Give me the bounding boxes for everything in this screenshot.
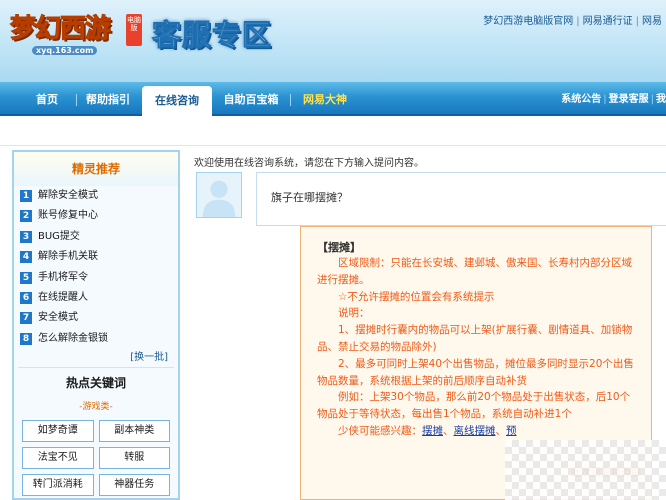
game-logo[interactable]: 梦幻西游 电脑版 xyq.163.com <box>9 6 148 62</box>
nav-system-notice[interactable]: 系统公告 <box>561 94 601 105</box>
reply-region: 区域限制：只能在长安城、建邺城、傲来国、长寿村内部分区域进行摆摊。 <box>317 257 632 286</box>
sidebar: 精灵推荐 1 解除安全模式 2 账号修复中心 3 BUG提交 4 解除手机关联 5 手机将… <box>12 150 180 500</box>
item-number-badge: 5 <box>20 271 32 284</box>
hot-keyword-button[interactable]: 神器任务 <box>98 474 170 497</box>
site-header: 梦幻西游 电脑版 xyq.163.com 客服专区 梦幻西游电脑版官网 | 网易通行… <box>0 0 666 82</box>
nav-login-service[interactable]: 登录客服 <box>609 94 649 105</box>
recommend-item[interactable]: 1 解除安全模式 <box>20 186 172 206</box>
recommend-item-label: 怎么解除金银锁 <box>38 332 108 344</box>
nav-my[interactable]: 我 <box>656 94 666 105</box>
user-question-text: 旗子在哪摆摊？ <box>271 191 348 204</box>
item-number-badge: 6 <box>20 291 32 304</box>
reply-rule-2: 2、最多可同时上架40个出售物品，摊位最多同时显示20个出售物品数量，系统根据上… <box>317 357 634 387</box>
reply-example: 例如：上架30个物品，那么前20个物品处于出售状态，后10个物品处于等待状态，每… <box>317 391 631 421</box>
recommend-item-label: 在线提醒人 <box>38 291 88 303</box>
nav-divider <box>290 94 291 106</box>
welcome-message: 欢迎使用在线咨询系统，请您在下方输入提问内容。 <box>194 158 424 169</box>
hot-keyword-button[interactable]: 转门派消耗 <box>22 474 94 497</box>
item-number-badge: 1 <box>20 190 32 202</box>
hot-keyword-button[interactable]: 副本神类 <box>98 420 170 443</box>
recommend-item-label: 账号修复中心 <box>38 210 98 222</box>
sidebar-title: 精灵推荐 <box>14 152 178 186</box>
recommend-item[interactable]: 7 安全模式 <box>20 308 172 328</box>
recommend-list: 1 解除安全模式 2 账号修复中心 3 BUG提交 4 解除手机关联 5 手机将军令 6在… <box>14 186 178 349</box>
nav-home[interactable]: 首页 <box>24 82 70 116</box>
nav-self-service[interactable]: 自助百宝箱 <box>216 82 286 116</box>
top-link-separator: | <box>576 16 580 27</box>
related-label: 少侠可能感兴趣： <box>338 424 422 437</box>
recommend-item[interactable]: 4 解除手机关联 <box>20 247 172 267</box>
item-number-badge: 2 <box>20 210 32 223</box>
transparency-overlay <box>505 440 666 500</box>
logo-badge: 电脑版 <box>126 14 142 46</box>
reply-heading: 【摆摊】 <box>317 241 361 254</box>
recommend-item-label: 解除安全模式 <box>38 190 98 201</box>
reply-related: 少侠可能感兴趣：摆摊、离线摆摊、预 <box>338 424 517 437</box>
logo-text: 梦幻西游 <box>9 14 111 45</box>
nav-online-consult[interactable]: 在线咨询 <box>142 86 212 118</box>
nav-right-links: 系统公告 | 登录客服 | 我 <box>561 82 666 116</box>
related-link[interactable]: 摆摊 <box>422 425 443 437</box>
page-title: 客服专区 <box>151 18 273 53</box>
reply-note-label: 说明： <box>338 307 370 320</box>
recommend-item-label: 解除手机关联 <box>38 251 98 263</box>
top-link-official[interactable]: 梦幻西游电脑版官网 <box>483 16 573 27</box>
top-link-separator: | <box>635 16 639 27</box>
hot-keyword-button[interactable]: 法宝不见 <box>22 447 94 470</box>
logo-url: xyq.163.com <box>32 46 98 55</box>
reply-warning: ☆不允许摆摊的位置会有系统提示 <box>338 290 495 303</box>
item-number-badge: 8 <box>20 332 32 345</box>
hot-keywords-title: 热点关键词 <box>65 376 126 391</box>
nav-divider <box>76 94 77 106</box>
related-link[interactable]: 预 <box>506 425 517 437</box>
nav-separator: | <box>650 94 654 105</box>
main-nav: 首页 帮助指引 在线咨询 自助百宝箱 网易大神 系统公告 | 登录客服 | 我 <box>0 82 666 118</box>
item-number-badge: 3 <box>20 230 32 243</box>
recommend-item-label: 手机将军令 <box>38 271 88 283</box>
hot-keyword-button[interactable]: 转服 <box>98 447 170 470</box>
recommend-item-label: 安全模式 <box>38 312 78 324</box>
recommend-item[interactable]: 2 账号修复中心 <box>20 206 172 226</box>
top-link-passport[interactable]: 网易通行证 <box>583 16 633 27</box>
hot-keyword-button[interactable]: 如梦奇谭 <box>22 420 94 443</box>
item-number-badge: 4 <box>20 251 32 264</box>
top-links: 梦幻西游电脑版官网 | 网易通行证 | 网易 <box>483 12 662 27</box>
recommend-item[interactable]: 5 手机将军令 <box>20 268 172 288</box>
nav-separator: | <box>603 94 607 105</box>
recommend-item-label: BUG提交 <box>38 230 80 242</box>
related-link[interactable]: 离线摆摊 <box>454 425 496 437</box>
nav-netease-dashen[interactable]: 网易大神 <box>294 82 356 116</box>
user-question-bubble: 旗子在哪摆摊？ <box>256 172 666 226</box>
item-number-badge: 7 <box>20 312 32 325</box>
recommend-item[interactable]: 6 在线提醒人 <box>20 288 172 308</box>
hot-keywords-grid: 如梦奇谭 副本神类 法宝不见 转服 转门派消耗 神器任务 <box>14 416 178 500</box>
refresh-batch-link[interactable]: [换一批] <box>14 349 178 367</box>
reply-rule-1: 1、摆摊时行囊内的物品可以上架(扩展行囊、剧情道具、加锁物品、禁止交易的物品除外… <box>317 324 633 353</box>
top-link-netease[interactable]: 网易 <box>642 16 662 27</box>
user-avatar-icon <box>196 172 242 218</box>
recommend-item[interactable]: 8 怎么解除金银锁 <box>20 329 172 349</box>
recommend-item[interactable]: 3 BUG提交 <box>20 227 172 247</box>
sub-bar <box>0 118 666 146</box>
hot-category-label: -游戏类- <box>79 402 113 413</box>
nav-help-guide[interactable]: 帮助指引 <box>80 82 136 116</box>
